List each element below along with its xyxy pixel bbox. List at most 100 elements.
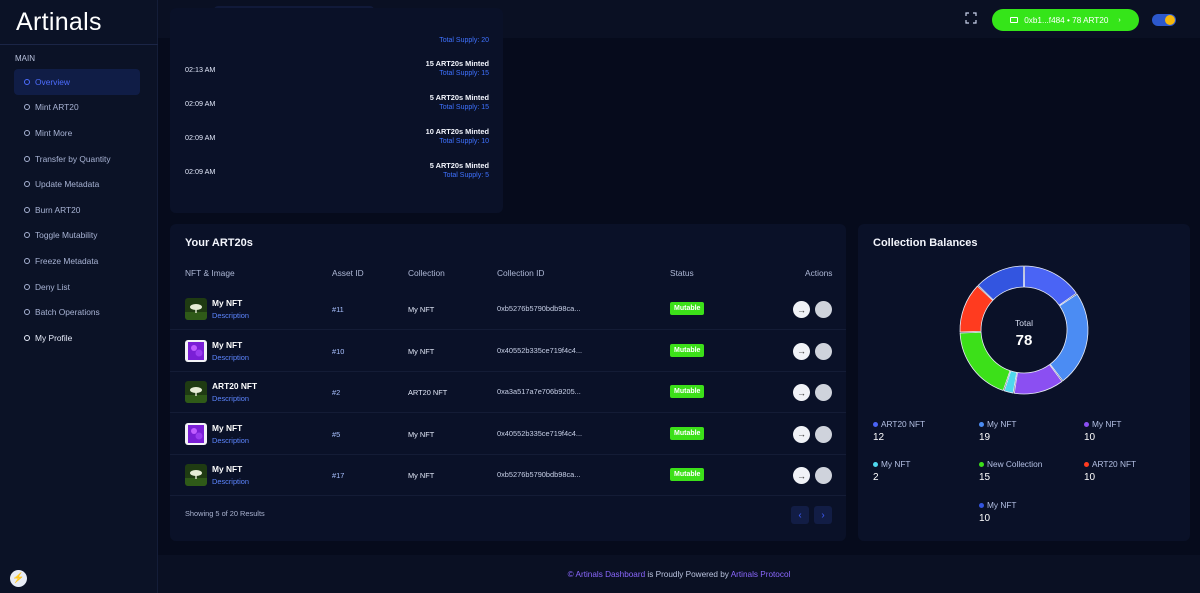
- wallet-icon: [1010, 17, 1019, 23]
- sidebar-item-label: Burn ART20: [35, 204, 81, 215]
- activity-row: 02:09 AM 5 ART20s Minted Total Supply: 5: [185, 155, 489, 189]
- activity-time: 02:09 AM: [185, 133, 216, 142]
- sidebar-item-label: Freeze Metadata: [35, 255, 99, 266]
- activity-supply: Total Supply: 5: [443, 172, 489, 179]
- activity-row: 02:09 AM 10 ART20s Minted Total Supply: …: [185, 121, 489, 155]
- card-title: Your ART20s: [185, 237, 253, 249]
- arrow-right-button[interactable]: →: [793, 467, 810, 485]
- activity-title: 5 ART20s Minted: [429, 93, 489, 102]
- sidebar-item-burn[interactable]: Burn ART20: [14, 197, 140, 223]
- card-title: Collection Balances: [873, 237, 978, 249]
- app-logo[interactable]: Artinals: [16, 8, 102, 37]
- legend-label: New Collection: [987, 459, 1043, 469]
- status-badge: Mutable: [670, 426, 705, 440]
- sidebar-item-mint-art20[interactable]: Mint ART20: [14, 95, 140, 121]
- arrow-right-button[interactable]: →: [793, 301, 810, 318]
- more-button[interactable]: [815, 425, 832, 443]
- more-button[interactable]: [815, 342, 832, 360]
- legend-label: My NFT: [987, 500, 1017, 510]
- status-badge: Mutable: [670, 343, 705, 357]
- table-row: My NFT Description #17 My NFT 0xb5276b5790bd…: [170, 455, 846, 497]
- sidebar-item-label: Overview: [35, 76, 70, 87]
- arrow-right-button[interactable]: →: [793, 425, 810, 443]
- activity-title: 10 ART20s Minted: [425, 127, 489, 136]
- sidebar-nav: Overview Mint ART20 Mint More Transfer b…: [14, 69, 140, 351]
- wallet-label: 0xb1...f484 • 78 ART20: [1024, 15, 1109, 25]
- legend-value: 2: [873, 472, 879, 483]
- nft-thumbnail: [185, 298, 207, 320]
- activity-supply: Total Supply: 15: [439, 104, 489, 111]
- arrow-right-button[interactable]: →: [793, 384, 810, 402]
- more-button[interactable]: [815, 384, 832, 402]
- circle-icon: [24, 181, 30, 188]
- sidebar-section-label: MAIN: [15, 54, 35, 63]
- chevron-right-icon: ›: [1118, 16, 1121, 24]
- activity-title: 5 ART20s Minted: [429, 161, 489, 170]
- circle-icon: [24, 129, 30, 136]
- legend-item: New Collection 15: [979, 459, 1069, 483]
- collection-id: 0xb5276b5790bdb98ca...: [497, 304, 581, 313]
- arrow-right-button[interactable]: →: [793, 342, 810, 360]
- asset-id: #10: [332, 346, 345, 356]
- sidebar-item-batch-operations[interactable]: Batch Operations: [14, 299, 140, 325]
- activity-card: Total Supply: 20 02:13 AM 15 ART20s Mint…: [170, 8, 503, 213]
- sidebar-item-toggle-mutability[interactable]: Toggle Mutability: [14, 223, 140, 249]
- footer: © Artinals Dashboard is Proudly Powered …: [158, 555, 1200, 593]
- status-badge: Mutable: [670, 302, 705, 315]
- donut-total-value: 78: [1015, 332, 1033, 349]
- fullscreen-icon[interactable]: [965, 12, 977, 24]
- nft-name: ART20 NFT: [212, 381, 258, 392]
- activity-supply: Total Supply: 10: [439, 138, 489, 145]
- legend-value: 10: [1084, 432, 1096, 443]
- sidebar-item-my-profile[interactable]: My Profile: [14, 325, 140, 351]
- footer-dashboard-link[interactable]: © Artinals Dashboard: [568, 570, 646, 579]
- legend-label: My NFT: [1092, 419, 1122, 429]
- legend-item: My NFT 10: [1084, 419, 1174, 443]
- collection-name: My NFT: [408, 429, 435, 439]
- footer-text: © Artinals Dashboard is Proudly Powered …: [158, 570, 1200, 579]
- next-page-button[interactable]: ›: [814, 506, 832, 524]
- legend-item: ART20 NFT 12: [873, 419, 963, 443]
- sidebar-item-update-metadata[interactable]: Update Metadata: [14, 171, 140, 197]
- footer-middle-text: is Proudly Powered by: [645, 570, 731, 579]
- asset-id: #5: [332, 429, 341, 439]
- sidebar-item-label: Update Metadata: [35, 179, 100, 190]
- nft-description: Description: [212, 394, 249, 404]
- sidebar-item-overview[interactable]: Overview: [14, 69, 140, 95]
- circle-icon: [24, 283, 30, 290]
- table-row: ART20 NFT Description #2 ART20 NFT 0xa3a517a…: [170, 372, 846, 414]
- more-button[interactable]: [815, 467, 832, 485]
- circle-icon: [24, 309, 30, 316]
- wallet-button[interactable]: 0xb1...f484 • 78 ART20 ›: [992, 9, 1139, 31]
- legend-dot-icon: [873, 461, 878, 467]
- results-count: Showing 5 of 20 Results: [185, 509, 265, 518]
- collection-name: My NFT: [408, 346, 435, 356]
- circle-icon: [24, 104, 30, 111]
- sidebar-item-transfer[interactable]: Transfer by Quantity: [14, 146, 140, 172]
- legend-value: 19: [979, 432, 991, 443]
- activity-row: 02:13 AM 15 ART20s Minted Total Supply: …: [185, 53, 489, 87]
- theme-toggle[interactable]: [1152, 14, 1176, 26]
- footer-protocol-link[interactable]: Artinals Protocol: [731, 570, 791, 579]
- sidebar-item-label: Mint More: [35, 127, 73, 138]
- column-header: Collection ID: [497, 268, 545, 278]
- bolt-icon[interactable]: ⚡: [10, 570, 27, 587]
- nft-name: My NFT: [212, 298, 243, 308]
- prev-page-button[interactable]: ‹: [791, 506, 809, 524]
- circle-icon: [24, 155, 30, 162]
- nft-description: Description: [212, 477, 249, 487]
- column-header: Status: [670, 268, 694, 278]
- sidebar-item-freeze-metadata[interactable]: Freeze Metadata: [14, 248, 140, 274]
- sidebar-item-deny-list[interactable]: Deny List: [14, 274, 140, 300]
- legend-item: ART20 NFT 10: [1084, 459, 1174, 483]
- donut-total-label: Total: [1015, 318, 1033, 328]
- circle-icon: [24, 206, 30, 213]
- sidebar-item-mint-more[interactable]: Mint More: [14, 120, 140, 146]
- activity-time: 02:09 AM: [185, 167, 216, 176]
- art20-table-card: Your ART20s NFT & Image Asset ID Collect…: [170, 224, 846, 541]
- nft-name: My NFT: [212, 339, 243, 350]
- activity-time: 02:13 AM: [185, 65, 216, 74]
- activity-supply: Total Supply: 15: [439, 70, 489, 77]
- legend-value: 12: [873, 432, 885, 443]
- more-button[interactable]: [815, 301, 832, 318]
